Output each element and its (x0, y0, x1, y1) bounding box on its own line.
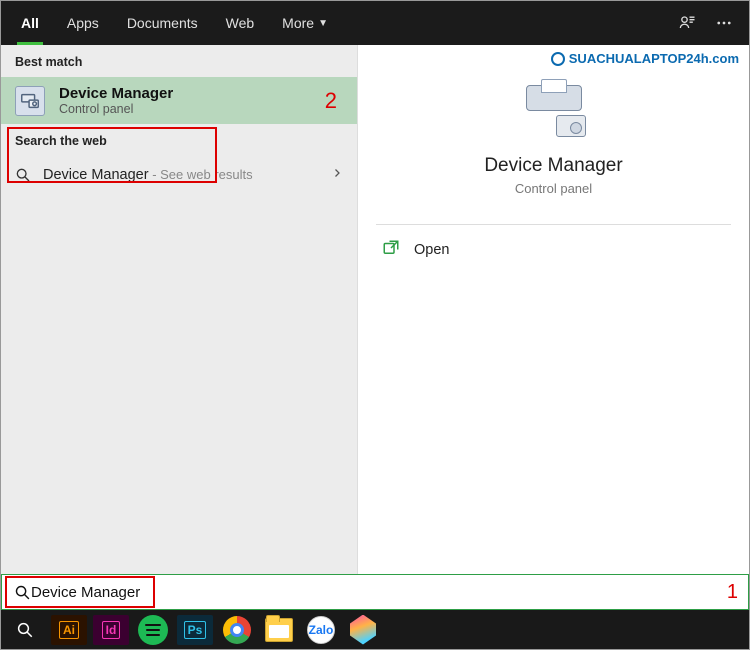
zalo-icon: Zalo (307, 616, 335, 644)
best-match-item[interactable]: Device Manager Control panel 2 (1, 77, 357, 124)
open-label: Open (414, 242, 449, 258)
taskbar-app-indesign[interactable]: Id (93, 615, 129, 645)
tab-label: Apps (67, 15, 99, 31)
best-match-title: Device Manager (59, 85, 173, 102)
tab-apps[interactable]: Apps (53, 1, 113, 45)
best-match-subtitle: Control panel (59, 102, 173, 116)
chevron-down-icon: ▼ (318, 18, 328, 29)
main-body: Best match Device Manager Control panel … (1, 45, 749, 574)
web-result-sub: - See web results (149, 167, 253, 182)
folder-icon (265, 618, 293, 642)
web-result-item[interactable]: Device Manager - See web results (1, 156, 357, 194)
device-manager-large-icon (522, 81, 586, 139)
tab-label: Documents (127, 15, 198, 31)
tab-all[interactable]: All (7, 1, 53, 45)
search-bar[interactable]: 1 (1, 574, 749, 610)
tab-more[interactable]: More ▼ (268, 1, 342, 45)
brand-text: SUACHUALAPTOP24h.com (569, 51, 739, 66)
window-frame: { "topbar": { "tabs": ["All", "Apps", "D… (0, 0, 750, 650)
tab-label: Web (226, 15, 255, 31)
detail-subtitle: Control panel (368, 181, 739, 196)
top-tab-bar: All Apps Documents Web More ▼ (1, 1, 749, 45)
taskbar-app-file-explorer[interactable] (261, 615, 297, 645)
search-icon (15, 167, 31, 183)
tab-label: All (21, 15, 39, 31)
chevron-right-icon (331, 166, 343, 184)
app-label: Ai (59, 621, 79, 639)
device-manager-icon (15, 86, 45, 116)
tab-web[interactable]: Web (212, 1, 269, 45)
topbar-actions (677, 1, 743, 45)
taskbar-app-chrome[interactable] (219, 615, 255, 645)
tab-label: More (282, 15, 314, 31)
web-result-text: Device Manager - See web results (43, 166, 253, 184)
detail-header: Device Manager Control panel (358, 45, 749, 224)
search-icon (14, 584, 31, 601)
app-label: Id (102, 621, 121, 639)
best-match-header: Best match (1, 45, 357, 77)
results-pane: Best match Device Manager Control panel … (1, 45, 358, 574)
spotify-icon (138, 615, 168, 645)
brand-watermark: SUACHUALAPTOP24h.com (551, 51, 739, 66)
annotation-1: 1 (719, 581, 738, 604)
open-icon (382, 239, 400, 261)
chrome-icon (223, 616, 251, 644)
web-result-main: Device Manager (43, 167, 149, 183)
taskbar-search-button[interactable] (5, 610, 45, 649)
taskbar-app-paint3d[interactable] (345, 615, 381, 645)
more-options-icon[interactable] (715, 14, 733, 32)
search-web-header: Search the web (1, 124, 357, 156)
detail-title: Device Manager (368, 155, 739, 177)
taskbar-app-photoshop[interactable]: Ps (177, 615, 213, 645)
search-input[interactable] (31, 584, 719, 601)
app-label: Ps (184, 621, 207, 639)
taskbar: Ai Id Ps Zalo (1, 610, 749, 649)
feedback-icon[interactable] (677, 13, 697, 33)
paint-icon (350, 615, 376, 645)
tab-documents[interactable]: Documents (113, 1, 212, 45)
brand-logo-icon (551, 52, 565, 66)
tab-list: All Apps Documents Web More ▼ (7, 1, 342, 45)
taskbar-app-zalo[interactable]: Zalo (303, 615, 339, 645)
taskbar-app-spotify[interactable] (135, 615, 171, 645)
best-match-text: Device Manager Control panel (59, 85, 173, 116)
open-action[interactable]: Open (358, 225, 749, 275)
annotation-2: 2 (325, 88, 337, 114)
taskbar-app-illustrator[interactable]: Ai (51, 615, 87, 645)
detail-pane: Device Manager Control panel Open (358, 45, 749, 574)
